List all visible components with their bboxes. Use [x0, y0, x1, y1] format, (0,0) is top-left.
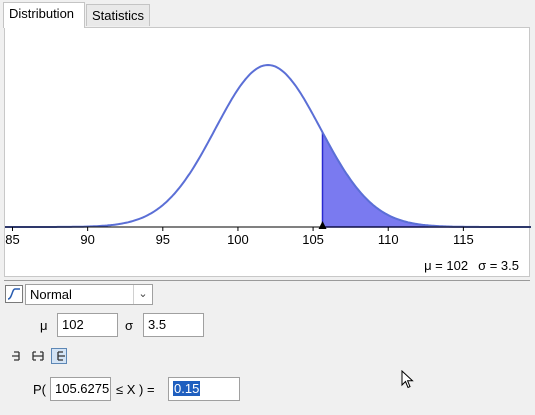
x-tick-label: 95 [156, 232, 170, 247]
x-tick-label: 105 [302, 232, 324, 247]
distribution-plot[interactable]: 85 90 95 100 105 110 115 μ = 102 σ = 3.5 [4, 27, 531, 277]
chevron-down-icon[interactable]: ⌄ [133, 285, 152, 304]
right-sided-icon [57, 351, 65, 361]
tab-distribution[interactable]: Distribution [3, 2, 85, 28]
lower-bound-input[interactable]: 105.6275 [50, 377, 111, 401]
mouse-cursor-icon [401, 370, 414, 389]
left-sided-icon [12, 351, 20, 361]
mu-readout: μ = 102 [424, 258, 469, 273]
x-tick-label: 110 [378, 232, 399, 247]
mu-input[interactable]: 102 [57, 313, 118, 337]
x-tick-label: 100 [227, 232, 249, 247]
shaded-probability-area [321, 131, 531, 228]
parameter-readout: μ = 102 σ = 3.5 [414, 258, 519, 273]
sigma-input[interactable]: 3.5 [143, 313, 204, 337]
tab-bar: Distribution Statistics [0, 0, 535, 28]
distribution-select-value: Normal [30, 287, 72, 302]
probability-result-field[interactable]: 0.15 [168, 377, 240, 401]
sigma-readout: σ = 3.5 [478, 258, 519, 273]
interval-icon [32, 351, 44, 361]
tab-statistics[interactable]: Statistics [86, 4, 150, 26]
distribution-select[interactable]: Normal ⌄ [25, 284, 153, 305]
interval-button[interactable] [30, 348, 46, 364]
x-tick-label: 115 [453, 232, 474, 247]
density-curve [5, 63, 531, 228]
left-sided-button[interactable] [10, 348, 26, 364]
probability-prefix: P( [33, 382, 46, 397]
divider [4, 280, 530, 281]
normal-curve-icon[interactable] [5, 285, 23, 303]
distribution-chart: 85 90 95 100 105 110 115 [5, 63, 531, 247]
sigma-label: σ [125, 318, 134, 333]
mu-label: μ [40, 318, 48, 333]
x-tick-label: 90 [80, 232, 94, 247]
x-tick-label: 85 [5, 232, 19, 247]
right-sided-button[interactable] [51, 348, 67, 364]
probability-result: 0.15 [173, 381, 201, 396]
probability-middle: ≤ X ) = [116, 382, 155, 397]
